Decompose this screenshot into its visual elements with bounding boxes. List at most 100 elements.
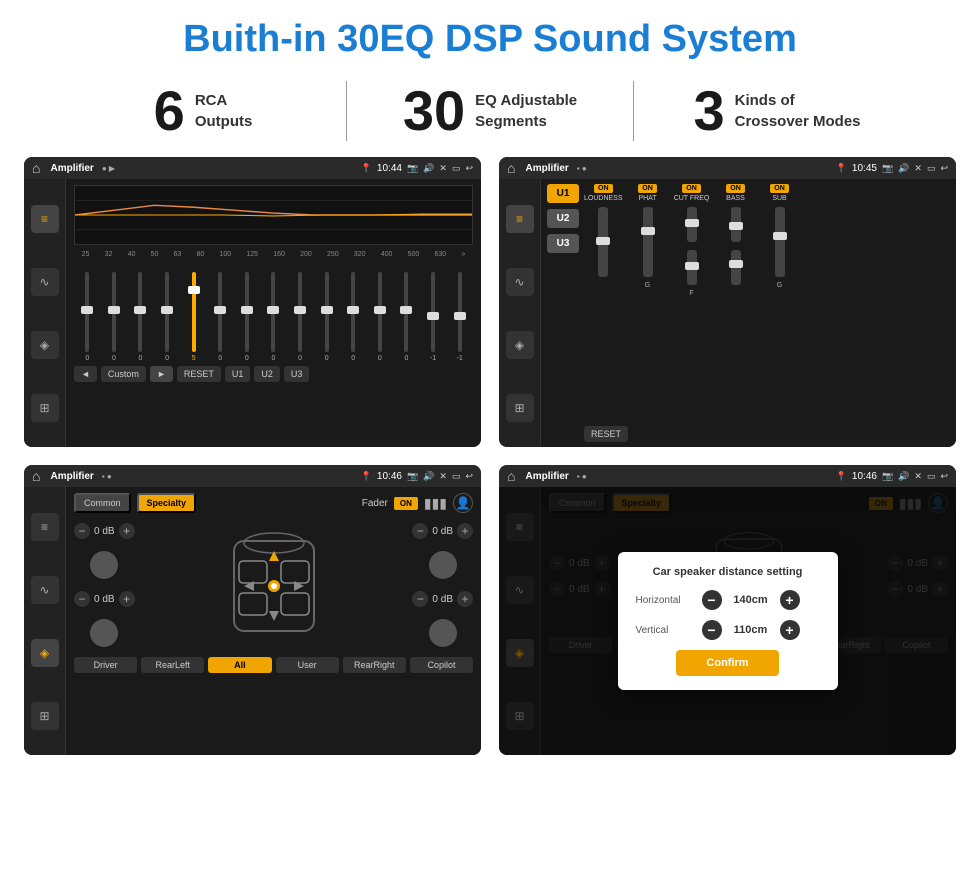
eq-slider-4[interactable]: 5 (187, 272, 201, 362)
fader-tab-common[interactable]: Common (74, 493, 131, 513)
eq-slider-3[interactable]: 0 (160, 272, 174, 362)
speaker-db-left-2: 0 dB (94, 594, 115, 605)
screen-dsp: ⌂ Amplifier ▪ ● 📍 10:45 📷 🔊 ✕ ▭ ↩ ≡ ∿ ◈ (499, 157, 956, 447)
speaker-db-right-1: 0 dB (432, 526, 453, 537)
eq-slider-5[interactable]: 0 (213, 272, 227, 362)
dialog-confirm-button[interactable]: Confirm (676, 650, 778, 676)
fader-slider-bars[interactable]: ▮▮▮ (424, 495, 447, 512)
stat-crossover-text: Kinds ofCrossover Modes (735, 90, 861, 132)
speaker-minus-left-1[interactable]: − (74, 523, 90, 539)
eq-play-button[interactable]: ► (150, 366, 173, 382)
speaker-minus-right-1[interactable]: − (412, 523, 428, 539)
home-icon-1[interactable]: ⌂ (32, 160, 40, 176)
eq-u3-button[interactable]: U3 (284, 366, 310, 382)
status-bar-4: ⌂ Amplifier ▪ ● 📍 10:46 📷 🔊 ✕ ▭ ↩ (499, 465, 956, 487)
dialog-title: Car speaker distance setting (636, 566, 820, 578)
dialog-horizontal-minus[interactable]: − (702, 590, 722, 610)
eq-slider-14[interactable]: -1 (453, 272, 467, 362)
dialog-horizontal-plus[interactable]: + (780, 590, 800, 610)
fader-btn-driver[interactable]: Driver (74, 657, 137, 673)
screen-fader: ⌂ Amplifier ▪ ● 📍 10:46 📷 🔊 ✕ ▭ ↩ ≡ ∿ ◈ (24, 465, 481, 755)
eq-sidebar-volume-icon[interactable]: ⊞ (31, 394, 59, 422)
eq-prev-button[interactable]: ◄ (74, 366, 97, 382)
fader-sidebar-volume-icon[interactable]: ⊞ (31, 702, 59, 730)
dsp-preset-u1[interactable]: U1 (547, 184, 579, 203)
dialog-vertical-minus[interactable]: − (702, 620, 722, 640)
fader-btn-all[interactable]: All (208, 657, 271, 673)
eq-slider-6[interactable]: 0 (240, 272, 254, 362)
eq-sidebar-wave-icon[interactable]: ∿ (31, 268, 59, 296)
home-icon-3[interactable]: ⌂ (32, 468, 40, 484)
speaker-icon-left-1 (90, 551, 118, 579)
cutfreq-on-badge[interactable]: ON (682, 184, 701, 193)
dsp-preset-u3[interactable]: U3 (547, 234, 579, 253)
phat-on-badge[interactable]: ON (638, 184, 657, 193)
fader-btn-copilot[interactable]: Copilot (410, 657, 473, 673)
dialog-vertical-value: 110cm (726, 624, 776, 636)
dsp-sidebar-volume-icon[interactable]: ⊞ (506, 394, 534, 422)
eq-slider-1[interactable]: 0 (107, 272, 121, 362)
eq-slider-13[interactable]: -1 (426, 272, 440, 362)
fader-sidebar-eq-icon[interactable]: ≡ (31, 513, 59, 541)
fader-btn-rearright[interactable]: RearRight (343, 657, 406, 673)
eq-u1-button[interactable]: U1 (225, 366, 251, 382)
fader-btn-user[interactable]: User (276, 657, 339, 673)
dsp-sidebar-speaker-icon[interactable]: ◈ (506, 331, 534, 359)
status-right-1: 📍 10:44 📷 🔊 ✕ ▭ ↩ (361, 163, 473, 174)
dsp-sidebar-wave-icon[interactable]: ∿ (506, 268, 534, 296)
fader-sidebar-speaker-icon[interactable]: ◈ (31, 639, 59, 667)
eq-slider-2[interactable]: 0 (133, 272, 147, 362)
bass-slider-f[interactable] (731, 207, 741, 242)
bass-on-badge[interactable]: ON (726, 184, 745, 193)
loudness-on-badge[interactable]: ON (594, 184, 613, 193)
dsp-controls: ON LOUDNESS ON PHAT G ON (584, 184, 950, 442)
back-icon-3[interactable]: ↩ (465, 471, 473, 482)
eq-slider-7[interactable]: 0 (266, 272, 280, 362)
sub-slider[interactable] (775, 207, 785, 277)
dsp-top-row: ON LOUDNESS ON PHAT G ON (584, 184, 950, 297)
status-dots-3: ▪ ● (102, 472, 112, 481)
car-diagram (145, 521, 403, 651)
home-icon-4[interactable]: ⌂ (507, 468, 515, 484)
eq-slider-8[interactable]: 0 (293, 272, 307, 362)
speaker-plus-left-1[interactable]: + (119, 523, 135, 539)
eq-sidebar-eq-icon[interactable]: ≡ (31, 205, 59, 233)
eq-slider-12[interactable]: 0 (399, 272, 413, 362)
eq-sidebar-speaker-icon[interactable]: ◈ (31, 331, 59, 359)
dsp-sidebar-eq-icon[interactable]: ≡ (506, 205, 534, 233)
eq-reset-button[interactable]: RESET (177, 366, 221, 382)
sub-on-badge[interactable]: ON (770, 184, 789, 193)
loudness-slider[interactable] (598, 207, 608, 277)
speaker-minus-right-2[interactable]: − (412, 591, 428, 607)
dsp-reset-button[interactable]: RESET (584, 426, 628, 442)
eq-slider-10[interactable]: 0 (346, 272, 360, 362)
back-icon-2[interactable]: ↩ (940, 163, 948, 174)
fader-sidebar-wave-icon[interactable]: ∿ (31, 576, 59, 604)
dialog-vertical-plus[interactable]: + (780, 620, 800, 640)
phat-slider[interactable] (643, 207, 653, 277)
cutfreq-slider-g[interactable] (687, 250, 697, 285)
location-icon-2: 📍 (836, 163, 847, 174)
eq-slider-11[interactable]: 0 (373, 272, 387, 362)
dialog-horizontal-ctrl: − 140cm + (702, 590, 820, 610)
fader-tab-specialty[interactable]: Specialty (137, 493, 197, 513)
speaker-minus-left-2[interactable]: − (74, 591, 90, 607)
bass-slider-g[interactable] (731, 250, 741, 285)
eq-slider-9[interactable]: 0 (320, 272, 334, 362)
back-icon-1[interactable]: ↩ (465, 163, 473, 174)
home-icon-2[interactable]: ⌂ (507, 160, 515, 176)
fader-profile-icon[interactable]: 👤 (453, 493, 473, 513)
fader-on-badge[interactable]: ON (394, 497, 418, 510)
eq-u2-button[interactable]: U2 (254, 366, 280, 382)
cutfreq-slider-f[interactable] (687, 207, 697, 242)
back-icon-4[interactable]: ↩ (940, 471, 948, 482)
eq-custom-button[interactable]: Custom (101, 366, 146, 382)
speaker-plus-left-2[interactable]: + (119, 591, 135, 607)
status-time-2: 10:45 (852, 163, 877, 174)
speaker-plus-right-1[interactable]: + (457, 523, 473, 539)
fader-btn-rearleft[interactable]: RearLeft (141, 657, 204, 673)
eq-slider-0[interactable]: 0 (80, 272, 94, 362)
speaker-plus-right-2[interactable]: + (457, 591, 473, 607)
dsp-preset-u2[interactable]: U2 (547, 209, 579, 228)
screen4-body: ≡ ∿ ◈ ⊞ Common Specialty ON ▮▮▮ 👤 (499, 487, 956, 755)
